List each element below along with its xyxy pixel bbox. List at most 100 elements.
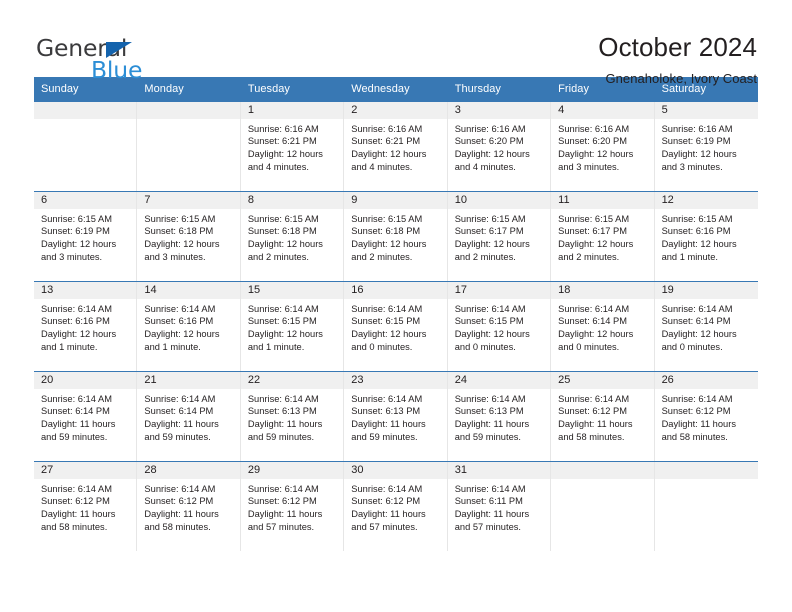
sunrise-text: Sunrise: 6:15 AM bbox=[351, 213, 423, 224]
daylight-text-line2: and 58 minutes. bbox=[661, 431, 728, 442]
sunset-text: Sunset: 6:21 PM bbox=[351, 136, 421, 147]
day-number: 13 bbox=[34, 281, 137, 299]
day-number: 25 bbox=[551, 371, 654, 389]
daylight-text-line1: Daylight: 12 hours bbox=[41, 239, 117, 250]
daylight-text-line2: and 1 minute. bbox=[247, 341, 305, 352]
day-cell[interactable]: 16 Sunrise: 6:14 AM Sunset: 6:15 PM Dayligh… bbox=[344, 281, 448, 371]
day-number: 24 bbox=[447, 371, 551, 389]
day-cell[interactable]: 22 Sunrise: 6:14 AM Sunset: 6:13 PM Dayligh… bbox=[240, 371, 345, 461]
day-cell[interactable]: 19 Sunrise: 6:14 AM Sunset: 6:14 PM Dayligh… bbox=[654, 281, 758, 371]
daylight-text-line1: Daylight: 12 hours bbox=[351, 329, 427, 340]
day-cell[interactable]: 25 Sunrise: 6:14 AM Sunset: 6:12 PM Dayligh… bbox=[551, 371, 655, 461]
sunset-text: Sunset: 6:17 PM bbox=[454, 226, 524, 237]
sunrise-text: Sunrise: 6:14 AM bbox=[144, 393, 216, 404]
sunset-text: Sunset: 6:19 PM bbox=[41, 226, 110, 237]
day-cell[interactable]: 20 Sunrise: 6:14 AM Sunset: 6:14 PM Dayligh… bbox=[34, 371, 138, 461]
daylight-text-line2: and 57 minutes. bbox=[351, 521, 418, 532]
sunrise-text: Sunrise: 6:16 AM bbox=[454, 123, 526, 134]
daylight-text-line2: and 4 minutes. bbox=[454, 161, 516, 172]
day-number bbox=[654, 461, 758, 479]
day-details: Sunrise: 6:14 AM Sunset: 6:16 PM Daylight:… bbox=[137, 299, 239, 353]
day-number: 1 bbox=[240, 101, 344, 119]
day-cell[interactable]: 3 Sunrise: 6:16 AM Sunset: 6:20 PM Daylight… bbox=[447, 101, 552, 191]
day-number: 9 bbox=[344, 191, 447, 209]
sunset-text: Sunset: 6:13 PM bbox=[454, 406, 524, 417]
daylight-text-line1: Daylight: 11 hours bbox=[454, 419, 530, 430]
sunrise-text: Sunrise: 6:14 AM bbox=[661, 303, 733, 314]
daylight-text-line1: Daylight: 12 hours bbox=[351, 149, 427, 160]
day-details: Sunrise: 6:14 AM Sunset: 6:14 PM Daylight:… bbox=[137, 389, 239, 443]
day-cell[interactable]: 4 Sunrise: 6:16 AM Sunset: 6:20 PM Daylight… bbox=[551, 101, 655, 191]
daylight-text-line1: Daylight: 12 hours bbox=[558, 239, 634, 250]
daylight-text-line2: and 59 minutes. bbox=[41, 431, 108, 442]
daylight-text-line1: Daylight: 12 hours bbox=[454, 329, 530, 340]
day-cell[interactable]: 15 Sunrise: 6:14 AM Sunset: 6:15 PM Dayligh… bbox=[240, 281, 345, 371]
day-number: 20 bbox=[34, 371, 137, 389]
sunrise-text: Sunrise: 6:16 AM bbox=[247, 123, 319, 134]
day-cell[interactable]: 9 Sunrise: 6:15 AM Sunset: 6:18 PM Daylight… bbox=[344, 191, 448, 281]
day-details: Sunrise: 6:14 AM Sunset: 6:12 PM Daylight:… bbox=[655, 389, 758, 443]
daylight-text-line1: Daylight: 12 hours bbox=[247, 329, 323, 340]
daylight-text-line2: and 58 minutes. bbox=[558, 431, 625, 442]
day-cell[interactable]: 23 Sunrise: 6:14 AM Sunset: 6:13 PM Dayligh… bbox=[344, 371, 448, 461]
weekday-header-tuesday: Tuesday bbox=[247, 83, 290, 95]
day-cell[interactable]: 6 Sunrise: 6:15 AM Sunset: 6:19 PM Daylight… bbox=[34, 191, 138, 281]
day-cell[interactable]: 10 Sunrise: 6:15 AM Sunset: 6:17 PM Dayligh… bbox=[447, 191, 552, 281]
calendar-page: General Blue October 2024 Gnenaholoke, I… bbox=[0, 0, 792, 612]
day-number: 26 bbox=[654, 371, 758, 389]
sunrise-text: Sunrise: 6:14 AM bbox=[41, 483, 112, 494]
day-cell[interactable]: 18 Sunrise: 6:14 AM Sunset: 6:14 PM Dayligh… bbox=[551, 281, 655, 371]
sunset-text: Sunset: 6:16 PM bbox=[41, 316, 110, 327]
logo-text-blue: Blue bbox=[91, 56, 143, 84]
day-cell[interactable]: 24 Sunrise: 6:14 AM Sunset: 6:13 PM Dayligh… bbox=[447, 371, 552, 461]
day-number: 7 bbox=[137, 191, 240, 209]
sunrise-text: Sunrise: 6:14 AM bbox=[558, 303, 630, 314]
sunrise-text: Sunrise: 6:15 AM bbox=[41, 213, 112, 224]
day-number: 27 bbox=[34, 461, 137, 479]
day-number: 28 bbox=[137, 461, 240, 479]
sunrise-text: Sunrise: 6:15 AM bbox=[247, 213, 319, 224]
page-header: General Blue October 2024 Gnenaholoke, I… bbox=[0, 0, 792, 86]
day-cell[interactable]: 27 Sunrise: 6:14 AM Sunset: 6:12 PM Dayligh… bbox=[34, 461, 138, 551]
day-cell[interactable]: 12 Sunrise: 6:15 AM Sunset: 6:16 PM Dayligh… bbox=[654, 191, 758, 281]
sunrise-text: Sunrise: 6:16 AM bbox=[558, 123, 630, 134]
day-cell[interactable]: 11 Sunrise: 6:15 AM Sunset: 6:17 PM Dayligh… bbox=[551, 191, 655, 281]
day-cell[interactable]: 21 Sunrise: 6:14 AM Sunset: 6:14 PM Dayligh… bbox=[137, 371, 241, 461]
day-cell[interactable]: 13 Sunrise: 6:14 AM Sunset: 6:16 PM Dayligh… bbox=[34, 281, 138, 371]
sunset-text: Sunset: 6:14 PM bbox=[144, 406, 214, 417]
day-cell[interactable]: 8 Sunrise: 6:15 AM Sunset: 6:18 PM Daylight… bbox=[240, 191, 345, 281]
daylight-text-line2: and 57 minutes. bbox=[247, 521, 315, 532]
day-cell[interactable]: 7 Sunrise: 6:15 AM Sunset: 6:18 PM Daylight… bbox=[137, 191, 241, 281]
day-cell[interactable]: 29 Sunrise: 6:14 AM Sunset: 6:12 PM Dayligh… bbox=[240, 461, 345, 551]
day-number: 14 bbox=[137, 281, 240, 299]
sunrise-text: Sunrise: 6:14 AM bbox=[454, 303, 526, 314]
daylight-text-line1: Daylight: 11 hours bbox=[144, 509, 219, 520]
sunrise-text: Sunrise: 6:16 AM bbox=[661, 123, 733, 134]
sunrise-text: Sunrise: 6:14 AM bbox=[351, 303, 423, 314]
day-details bbox=[655, 479, 758, 483]
sunset-text: Sunset: 6:12 PM bbox=[247, 496, 317, 507]
sunrise-text: Sunrise: 6:14 AM bbox=[454, 393, 526, 404]
sunset-text: Sunset: 6:12 PM bbox=[351, 496, 421, 507]
day-cell[interactable]: 31 Sunrise: 6:14 AM Sunset: 6:11 PM Dayligh… bbox=[447, 461, 552, 551]
daylight-text-line2: and 2 minutes. bbox=[351, 251, 413, 262]
day-number bbox=[34, 101, 137, 119]
day-cell[interactable]: 1 Sunrise: 6:16 AM Sunset: 6:21 PM Daylight… bbox=[240, 101, 345, 191]
daylight-text-line2: and 1 minute. bbox=[661, 251, 719, 262]
daylight-text-line1: Daylight: 12 hours bbox=[661, 149, 737, 160]
day-cell[interactable]: 28 Sunrise: 6:14 AM Sunset: 6:12 PM Dayligh… bbox=[137, 461, 241, 551]
day-details: Sunrise: 6:14 AM Sunset: 6:14 PM Daylight:… bbox=[655, 299, 758, 353]
day-cell[interactable]: 2 Sunrise: 6:16 AM Sunset: 6:21 PM Daylight… bbox=[344, 101, 448, 191]
daylight-text-line2: and 3 minutes. bbox=[144, 251, 206, 262]
day-cell[interactable]: 14 Sunrise: 6:14 AM Sunset: 6:16 PM Dayligh… bbox=[137, 281, 241, 371]
weekday-header-wednesday: Wednesday bbox=[351, 83, 410, 95]
day-details: Sunrise: 6:15 AM Sunset: 6:18 PM Daylight:… bbox=[137, 209, 239, 263]
daylight-text-line1: Daylight: 11 hours bbox=[144, 419, 219, 430]
daylight-text-line1: Daylight: 12 hours bbox=[661, 329, 737, 340]
day-cell[interactable]: 17 Sunrise: 6:14 AM Sunset: 6:15 PM Dayligh… bbox=[447, 281, 552, 371]
day-cell[interactable]: 5 Sunrise: 6:16 AM Sunset: 6:19 PM Daylight… bbox=[654, 101, 758, 191]
day-cell[interactable]: 26 Sunrise: 6:14 AM Sunset: 6:12 PM Dayligh… bbox=[654, 371, 758, 461]
day-cell[interactable]: 30 Sunrise: 6:14 AM Sunset: 6:12 PM Dayligh… bbox=[344, 461, 448, 551]
daylight-text-line2: and 4 minutes. bbox=[351, 161, 413, 172]
general-blue-logo[interactable]: General Blue bbox=[36, 31, 216, 87]
